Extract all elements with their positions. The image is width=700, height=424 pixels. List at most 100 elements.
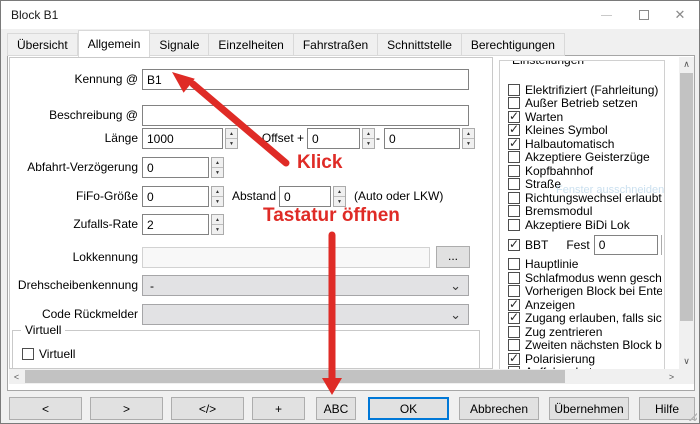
setting-zweiten-n-chsten-block-bei-wart[interactable]: Zweiten nächsten Block bei Wart: [508, 339, 662, 353]
setting-anzeigen[interactable]: Anzeigen: [508, 298, 662, 312]
checkbox-unchecked[interactable]: [508, 165, 520, 177]
laenge-spinner[interactable]: [225, 128, 238, 149]
setting-akzeptiere-bidi-lok[interactable]: Akzeptiere BiDi Lok: [508, 218, 662, 232]
nav-button-add[interactable]: +: [252, 397, 305, 420]
offset-plus-spinner[interactable]: [362, 128, 375, 149]
abbrechen-button[interactable]: Abbrechen: [459, 397, 539, 420]
abfahrt-spinner[interactable]: [211, 157, 224, 178]
beschreibung-input[interactable]: [142, 105, 469, 126]
checkbox-checked[interactable]: [508, 138, 520, 150]
setting-richtungswechsel-erlaubt[interactable]: Richtungswechsel erlaubt: [508, 191, 662, 205]
setting-bbt[interactable]: BBTFest: [508, 232, 662, 258]
minimize-button[interactable]: [589, 1, 623, 29]
laenge-input[interactable]: [142, 128, 223, 149]
setting-elektrifiziert-fahrleitung[interactable]: Elektrifiziert (Fahrleitung): [508, 83, 662, 97]
nav-button-abc[interactable]: ABC: [316, 397, 356, 420]
checkbox-unchecked[interactable]: [508, 151, 520, 163]
resize-grip-icon[interactable]: [688, 412, 697, 421]
hilfe-button[interactable]: Hilfe: [639, 397, 695, 420]
spinner-down-icon[interactable]: [212, 196, 223, 206]
spinner-down-icon[interactable]: [226, 138, 237, 148]
nav-button-next[interactable]: >: [90, 397, 163, 420]
checkbox-unchecked[interactable]: [508, 192, 520, 204]
setting-polarisierung[interactable]: Polarisierung: [508, 352, 662, 366]
spinner-up-icon[interactable]: [212, 215, 223, 224]
setting-warten[interactable]: Warten: [508, 110, 662, 124]
checkbox-unchecked[interactable]: [22, 348, 34, 360]
tab-berechtigungen[interactable]: Berechtigungen: [462, 33, 565, 56]
abstand-input[interactable]: [279, 186, 331, 207]
setting-zug-zentrieren[interactable]: Zug zentrieren: [508, 325, 662, 339]
scroll-left-icon[interactable]: <: [9, 369, 24, 384]
setting-stra-e[interactable]: Straße: [508, 178, 662, 192]
spinner-up-icon[interactable]: [363, 129, 374, 138]
setting-zugang-erlauben-falls-sich-wage[interactable]: Zugang erlauben, falls sich Wage: [508, 312, 662, 326]
spinner-down-icon[interactable]: [212, 224, 223, 234]
spinner-up-icon[interactable]: [212, 187, 223, 196]
scroll-down-icon[interactable]: ∨: [679, 354, 694, 369]
checkbox-checked[interactable]: [508, 353, 520, 365]
abfahrt-input[interactable]: [142, 157, 209, 178]
checkbox-unchecked[interactable]: [508, 97, 520, 109]
spinner-down-icon[interactable]: [363, 138, 374, 148]
browse-button[interactable]: ...: [436, 246, 470, 268]
checkbox-checked[interactable]: [508, 299, 520, 311]
spinner-up-icon[interactable]: [463, 129, 474, 138]
fifo-spinner[interactable]: [211, 186, 224, 207]
checkbox-unchecked[interactable]: [508, 219, 520, 231]
checkbox-checked[interactable]: [508, 124, 520, 136]
drehscheiben-combo[interactable]: - ⌄: [142, 275, 469, 296]
spinner-up-icon[interactable]: [212, 158, 223, 167]
checkbox-unchecked[interactable]: [508, 285, 520, 297]
checkbox-unchecked[interactable]: [508, 178, 520, 190]
checkbox-checked[interactable]: [508, 111, 520, 123]
setting-schlafmodus-wenn-geschlossen[interactable]: Schlafmodus wenn geschlossen: [508, 271, 662, 285]
kennung-input[interactable]: [142, 69, 469, 90]
setting-halbautomatisch[interactable]: Halbautomatisch: [508, 137, 662, 151]
checkbox-unchecked[interactable]: [508, 258, 520, 270]
checkbox-unchecked[interactable]: [508, 84, 520, 96]
checkbox-unchecked[interactable]: [508, 326, 520, 338]
checkbox-checked[interactable]: [508, 312, 520, 324]
zufalls-spinner[interactable]: [211, 214, 224, 235]
vertical-scroll-thumb[interactable]: [680, 73, 693, 321]
offset-minus-spinner[interactable]: [462, 128, 475, 149]
tab-allgemein[interactable]: Allgemein: [78, 30, 151, 57]
setting-bremsmodul[interactable]: Bremsmodul: [508, 205, 662, 219]
maximize-button[interactable]: [627, 1, 661, 29]
checkbox-unchecked[interactable]: [508, 339, 520, 351]
fest-input[interactable]: [594, 235, 658, 255]
horizontal-scroll-thumb[interactable]: [25, 370, 565, 383]
setting-hauptlinie[interactable]: Hauptlinie: [508, 258, 662, 272]
tab-bersicht[interactable]: Übersicht: [7, 33, 78, 56]
setting-akzeptiere-geisterz-ge[interactable]: Akzeptiere Geisterzüge: [508, 151, 662, 165]
spinner-down-icon[interactable]: [463, 138, 474, 148]
nav-button-code[interactable]: </>: [171, 397, 244, 420]
tab-fahrstra-en[interactable]: Fahrstraßen: [294, 33, 378, 56]
checkbox-unchecked[interactable]: [508, 272, 520, 284]
scroll-up-icon[interactable]: ∧: [679, 57, 694, 72]
spinner-up-icon[interactable]: [226, 129, 237, 138]
nav-button-prev[interactable]: <: [9, 397, 82, 420]
checkbox-unchecked[interactable]: [508, 205, 520, 217]
close-button[interactable]: ✕: [663, 1, 697, 29]
virtuell-checkbox-row[interactable]: Virtuell: [22, 347, 75, 361]
tab-einzelheiten[interactable]: Einzelheiten: [209, 33, 293, 56]
setting-au-er-betrieb-setzen[interactable]: Außer Betrieb setzen: [508, 97, 662, 111]
fifo-input[interactable]: [142, 186, 209, 207]
fest-spinner[interactable]: [661, 235, 662, 255]
tab-signale[interactable]: Signale: [150, 33, 209, 56]
setting-vorherigen-block-bei-enter-freime[interactable]: Vorherigen Block bei Enter freime: [508, 285, 662, 299]
spinner-down-icon[interactable]: [212, 167, 223, 177]
offset-plus-input[interactable]: [307, 128, 360, 149]
code-rueckmelder-combo[interactable]: ⌄: [142, 304, 469, 325]
abstand-spinner[interactable]: [333, 186, 346, 207]
zufalls-input[interactable]: [142, 214, 209, 235]
ok-button[interactable]: OK: [368, 397, 449, 420]
setting-kopfbahnhof[interactable]: Kopfbahnhof: [508, 164, 662, 178]
offset-minus-input[interactable]: [384, 128, 460, 149]
scroll-right-icon[interactable]: >: [664, 369, 679, 384]
tab-schnittstelle[interactable]: Schnittstelle: [378, 33, 462, 56]
setting-kleines-symbol[interactable]: Kleines Symbol: [508, 124, 662, 138]
checkbox-checked[interactable]: [508, 239, 520, 251]
